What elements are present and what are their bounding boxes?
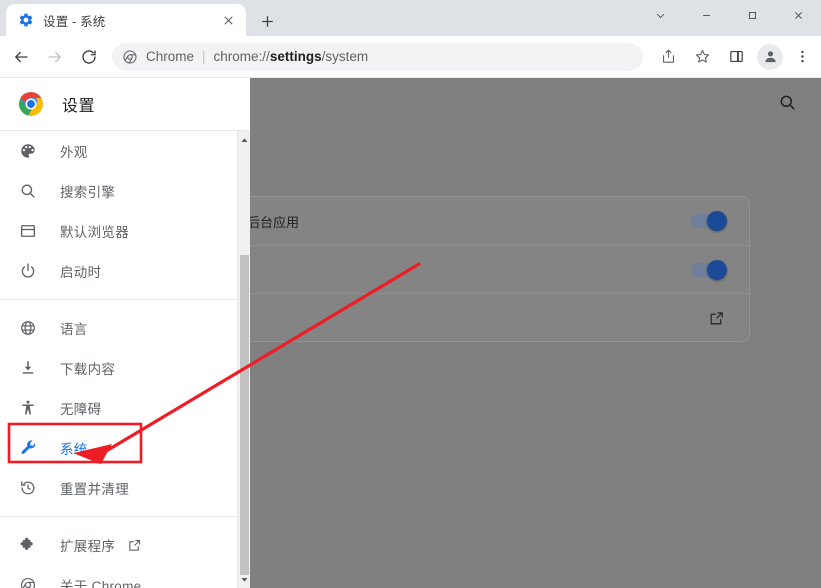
sidebar-item-accessibility[interactable]: 无障碍 (0, 388, 237, 428)
minimize-icon[interactable] (683, 0, 729, 30)
download-icon (18, 358, 38, 378)
drawer-header: 设置 (0, 78, 250, 130)
window-controls (637, 0, 821, 36)
settings-gear-icon (18, 12, 34, 28)
new-tab-button[interactable] (254, 8, 280, 34)
sidebar-item-label: 重置并清理 (60, 482, 129, 497)
sidebar-item-label: 无障碍 (60, 402, 102, 417)
sidebar-item-label: 外观 (60, 145, 88, 160)
power-icon (18, 261, 38, 281)
omnibox-url: chrome://settings/system (214, 49, 369, 64)
avatar[interactable] (757, 43, 783, 70)
browser-tab[interactable]: 设置 - 系统 (6, 4, 246, 36)
chrome-icon (122, 49, 138, 65)
sidebar-item-about-chrome[interactable]: 关于 Chrome (0, 565, 237, 588)
sidebar-item-reset-and-cleanup[interactable]: 重置并清理 (0, 468, 237, 508)
sidebar-item-default-browser[interactable]: 默认浏览器 (0, 211, 237, 251)
puzzle-icon (18, 535, 38, 555)
settings-row-background-apps[interactable]: 运行后台应用 (201, 197, 749, 245)
forward-arrow-icon[interactable] (40, 42, 70, 72)
search-icon[interactable] (778, 93, 797, 117)
scroll-down-icon[interactable] (238, 572, 250, 586)
url-suffix: /system (321, 49, 369, 64)
side-panel-icon[interactable] (721, 42, 751, 72)
url-bold: settings (269, 49, 322, 64)
sidebar-item-extensions[interactable]: 扩展程序 (0, 525, 237, 565)
settings-menu: 外观 搜索引擎 默认浏览器 启动时 语言 下载内容 无障碍 系统 重置并清理 扩… (0, 131, 237, 588)
row-label: 运行后台应用 (221, 214, 300, 230)
tab-search-chevron-down-icon[interactable] (637, 0, 683, 30)
tab-title: 设置 - 系统 (43, 14, 106, 29)
tab-strip: 设置 - 系统 (0, 0, 821, 36)
sidebar-item-label: 启动时 (60, 265, 102, 280)
sidebar-item-search-engine[interactable]: 搜索引擎 (0, 171, 237, 211)
settings-row-proxy-settings[interactable] (201, 293, 749, 343)
browser-window: 设置 - 系统 Chrome | chrome://settings/syste… (0, 0, 821, 588)
bookmark-star-icon[interactable] (687, 42, 717, 72)
toggle-knob (707, 211, 727, 231)
settings-drawer: 设置 外观 搜索引擎 默认浏览器 启动时 语言 下载内容 无障碍 系统 重置并清… (0, 78, 250, 588)
sidebar-item-label: 扩展程序 (60, 539, 116, 554)
search-icon (18, 181, 38, 201)
scrollbar-thumb[interactable] (240, 255, 249, 575)
sidebar-item-label: 搜索引擎 (60, 185, 116, 200)
external-link-icon[interactable] (708, 310, 725, 327)
toggle-knob (707, 259, 727, 280)
toggle-background-apps[interactable] (691, 211, 727, 231)
browser-toolbar: Chrome | chrome://settings/system (0, 36, 821, 78)
sidebar-item-languages[interactable]: 语言 (0, 308, 237, 348)
close-window-icon[interactable] (775, 0, 821, 30)
wrench-icon (18, 438, 38, 458)
history-icon (18, 478, 38, 498)
row-label: 用) (221, 260, 691, 279)
sidebar-item-system[interactable]: 系统 (0, 428, 237, 468)
sidebar-item-label: 关于 Chrome (60, 579, 142, 588)
sidebar-item-on-startup[interactable]: 启动时 (0, 251, 237, 291)
chrome-logo-icon (18, 91, 44, 117)
chrome-menu-icon[interactable] (787, 42, 817, 72)
sidebar-item-label: 下载内容 (60, 362, 116, 377)
sidebar-item-downloads[interactable]: 下载内容 (0, 348, 237, 388)
chrome-outline-icon (18, 575, 38, 588)
back-arrow-icon[interactable] (6, 42, 36, 72)
palette-icon (18, 141, 38, 161)
external-link-icon[interactable] (127, 538, 142, 553)
sidebar-item-label: 默认浏览器 (60, 225, 129, 240)
close-icon[interactable] (218, 10, 238, 30)
menu-divider (0, 299, 237, 300)
maximize-icon[interactable] (729, 0, 775, 30)
omnibox-scheme-label: Chrome (146, 49, 195, 64)
scroll-up-icon[interactable] (238, 133, 250, 147)
drawer-body: 外观 搜索引擎 默认浏览器 启动时 语言 下载内容 无障碍 系统 重置并清理 扩… (0, 130, 250, 588)
browser-icon (18, 221, 38, 241)
sidebar-item-label: 语言 (60, 322, 88, 337)
sidebar-item-appearance[interactable]: 外观 (0, 131, 237, 171)
menu-divider (0, 516, 237, 517)
address-bar[interactable]: Chrome | chrome://settings/system (112, 42, 643, 71)
settings-card: 运行后台应用 用) (200, 196, 750, 342)
sidebar-item-label: 系统 (60, 442, 88, 457)
drawer-scrollbar[interactable] (237, 131, 250, 588)
toggle-hardware-acceleration[interactable] (691, 259, 727, 280)
share-icon[interactable] (653, 42, 683, 72)
page-title: 设置 (62, 98, 96, 115)
accessibility-icon (18, 398, 38, 418)
omnibox-separator: | (202, 49, 206, 64)
url-prefix: chrome:// (213, 49, 270, 64)
settings-row-hardware-acceleration[interactable]: 用) (201, 245, 749, 293)
globe-icon (18, 318, 38, 338)
reload-icon[interactable] (74, 42, 104, 72)
toolbar-actions (649, 42, 821, 72)
